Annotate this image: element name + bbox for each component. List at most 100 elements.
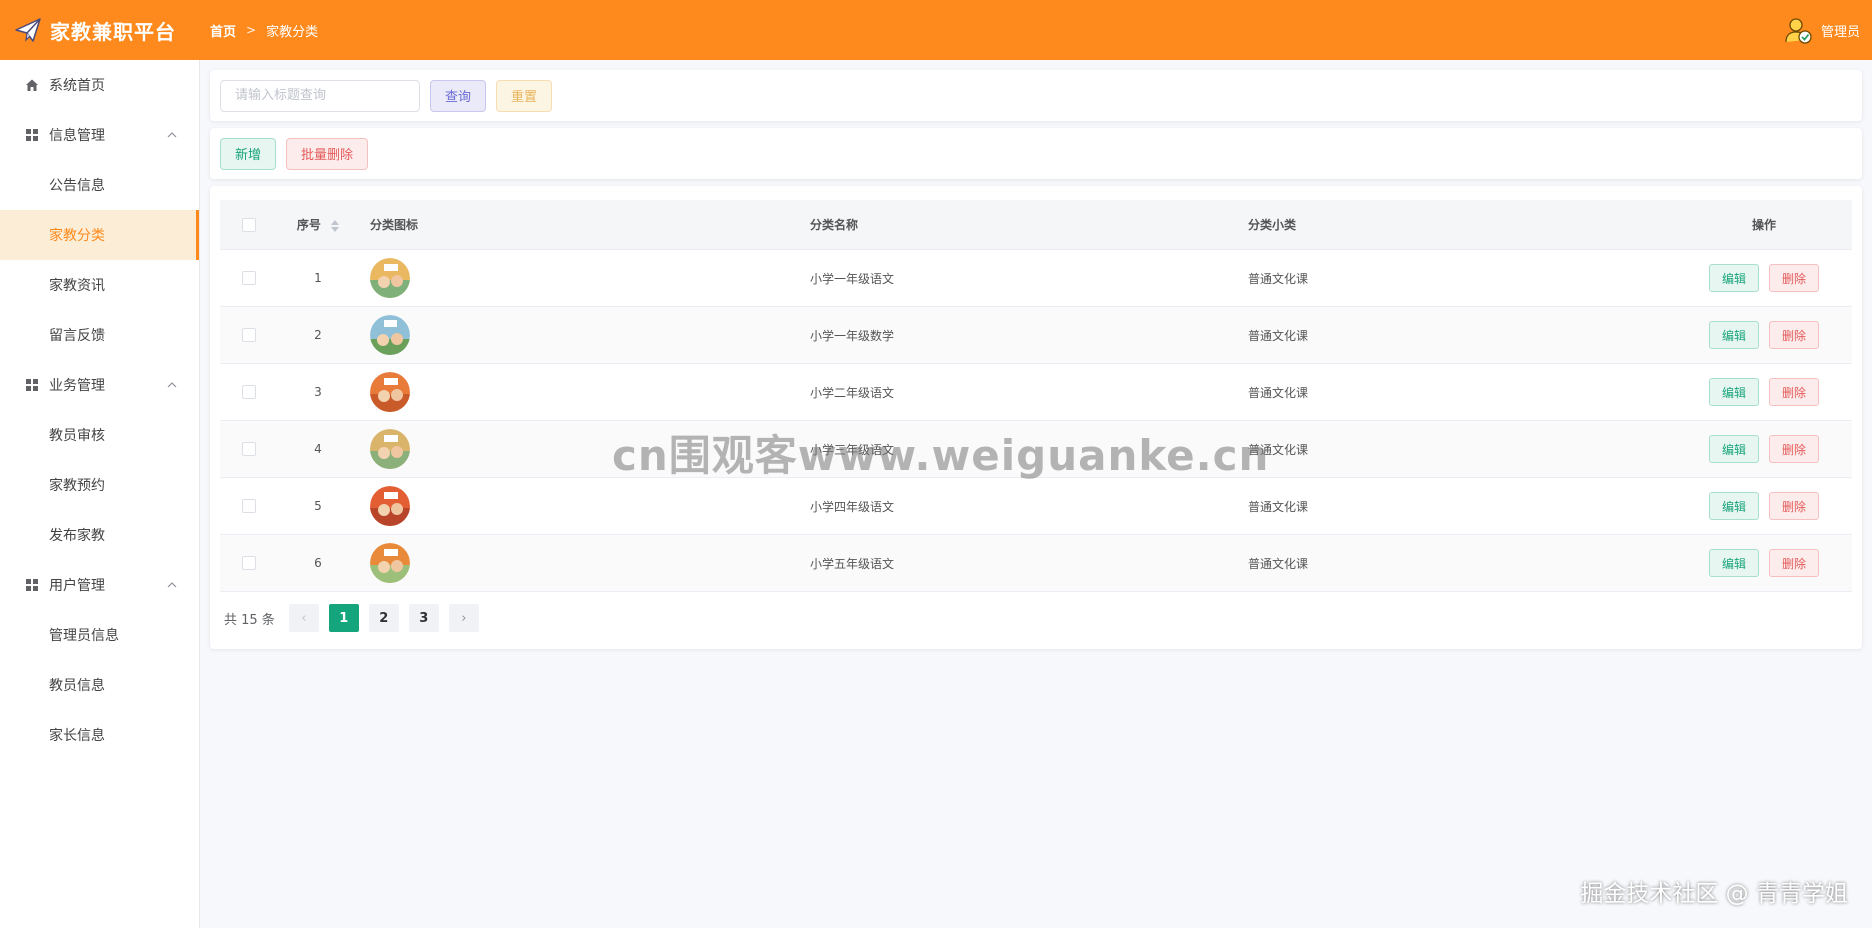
breadcrumb-home[interactable]: 首页 (210, 21, 236, 40)
row-name: 小学一年级语文 (810, 271, 895, 286)
sidebar: 系统首页 信息管理 公告信息 家教分类 家教资讯 留言反馈 业务管理 教员审核 … (0, 60, 200, 928)
row-seq: 3 (314, 385, 322, 399)
sidebar-item-label: 系统首页 (49, 78, 105, 94)
sidebar-group-info[interactable]: 信息管理 (0, 110, 199, 160)
chevron-up-icon (167, 128, 177, 144)
app-logo[interactable]: 家教兼职平台 (0, 14, 200, 46)
sidebar-group-users[interactable]: 用户管理 (0, 560, 199, 610)
query-button[interactable]: 查询 (430, 79, 487, 112)
add-button[interactable]: 新增 (220, 137, 277, 170)
grid-icon (24, 377, 40, 393)
row-name: 小学一年级数学 (810, 328, 895, 343)
table-row: 6 小学五年级语文 普通文化课 编辑 删除 (220, 535, 1852, 592)
column-header-name: 分类名称 (810, 218, 859, 232)
top-header: 家教兼职平台 首页 > 家教分类 管理员 (0, 0, 1872, 60)
delete-button[interactable]: 删除 (1769, 549, 1820, 577)
sidebar-item-label: 用户管理 (49, 578, 105, 594)
edit-button[interactable]: 编辑 (1708, 264, 1759, 292)
search-input[interactable] (220, 79, 420, 112)
table-row: 5 小学四年级语文 普通文化课 编辑 删除 (220, 478, 1852, 535)
row-checkbox[interactable] (242, 271, 256, 285)
edit-button[interactable]: 编辑 (1708, 378, 1759, 406)
table-row: 2 小学一年级数学 普通文化课 编辑 删除 (220, 307, 1852, 364)
page-button-1[interactable]: 1 (328, 604, 359, 632)
user-avatar-icon (1783, 15, 1813, 45)
page-button-2[interactable]: 2 (368, 604, 399, 632)
row-subcategory: 普通文化课 (1248, 328, 1309, 343)
column-header-icon: 分类图标 (370, 218, 419, 232)
row-subcategory: 普通文化课 (1248, 442, 1309, 457)
select-all-checkbox[interactable] (242, 217, 256, 232)
sort-icon[interactable] (331, 219, 340, 232)
prev-page-button[interactable]: ‹ (288, 604, 319, 632)
edit-button[interactable]: 编辑 (1708, 321, 1759, 349)
sidebar-item-teacher-info[interactable]: 教员信息 (0, 660, 199, 710)
sidebar-item-tutor-category[interactable]: 家教分类 (0, 210, 199, 260)
watermark-center: cn围观客www.weiguanke.cn (612, 431, 1270, 480)
sidebar-item-label: 业务管理 (49, 378, 105, 394)
home-icon (24, 77, 40, 93)
delete-button[interactable]: 删除 (1769, 378, 1820, 406)
app-title: 家教兼职平台 (50, 19, 176, 44)
sidebar-item-parent-info[interactable]: 家长信息 (0, 710, 199, 760)
row-seq: 1 (314, 271, 322, 285)
column-header-ops: 操作 (1751, 218, 1776, 232)
row-name: 小学四年级语文 (810, 499, 895, 514)
row-subcategory: 普通文化课 (1248, 556, 1309, 571)
reset-button[interactable]: 重置 (496, 79, 553, 112)
sidebar-item-tutor-news[interactable]: 家教资讯 (0, 260, 199, 310)
next-page-button[interactable]: › (448, 604, 479, 632)
sidebar-item-admin-info[interactable]: 管理员信息 (0, 610, 199, 660)
row-seq: 2 (314, 328, 322, 342)
category-thumbnail (370, 372, 410, 412)
row-checkbox[interactable] (242, 385, 256, 399)
sidebar-item-publish-tutor[interactable]: 发布家教 (0, 510, 199, 560)
chevron-up-icon (167, 378, 177, 394)
table-row: 1 小学一年级语文 普通文化课 编辑 删除 (220, 250, 1852, 307)
chevron-right-icon: > (246, 23, 257, 37)
pagination: 共 15 条 ‹ 1 2 3 › (220, 592, 1852, 644)
table-row: 3 小学二年级语文 普通文化课 编辑 删除 (220, 364, 1852, 421)
edit-button[interactable]: 编辑 (1708, 549, 1759, 577)
table-header: 序号 分类图标 分类名称 分类小类 操作 (220, 200, 1852, 250)
grid-icon (24, 577, 40, 593)
column-header-seq[interactable]: 序号 (278, 216, 358, 233)
delete-button[interactable]: 删除 (1769, 264, 1820, 292)
category-thumbnail (370, 543, 410, 583)
row-seq: 4 (314, 442, 322, 456)
row-seq: 5 (314, 499, 322, 513)
delete-button[interactable]: 删除 (1769, 435, 1820, 463)
sidebar-item-tutor-booking[interactable]: 家教预约 (0, 460, 199, 510)
delete-button[interactable]: 删除 (1769, 321, 1820, 349)
row-checkbox[interactable] (242, 442, 256, 456)
row-checkbox[interactable] (242, 328, 256, 342)
category-thumbnail (370, 429, 410, 469)
category-thumbnail (370, 315, 410, 355)
delete-button[interactable]: 删除 (1769, 492, 1820, 520)
edit-button[interactable]: 编辑 (1708, 492, 1759, 520)
row-name: 小学五年级语文 (810, 556, 895, 571)
user-name: 管理员 (1820, 24, 1860, 40)
chevron-up-icon (167, 578, 177, 594)
user-menu[interactable]: 管理员 (1783, 0, 1860, 60)
edit-button[interactable]: 编辑 (1708, 435, 1759, 463)
row-checkbox[interactable] (242, 499, 256, 513)
watermark-corner: 掘金技术社区 @ 青青学姐 (1580, 881, 1848, 907)
pagination-total: 共 15 条 (224, 612, 275, 628)
row-subcategory: 普通文化课 (1248, 271, 1309, 286)
column-header-sub: 分类小类 (1248, 218, 1297, 232)
sidebar-item-feedback[interactable]: 留言反馈 (0, 310, 199, 360)
sidebar-item-teacher-review[interactable]: 教员审核 (0, 410, 199, 460)
table-panel: 序号 分类图标 分类名称 分类小类 操作 1 小学一年级语文 普通文化课 编辑 … (210, 186, 1862, 649)
sidebar-item-notice[interactable]: 公告信息 (0, 160, 199, 210)
grid-icon (24, 127, 40, 143)
sidebar-group-business[interactable]: 业务管理 (0, 360, 199, 410)
page-button-3[interactable]: 3 (408, 604, 439, 632)
breadcrumb-current: 家教分类 (266, 24, 319, 40)
sidebar-item-home[interactable]: 系统首页 (0, 60, 199, 110)
row-name: 小学二年级语文 (810, 385, 895, 400)
search-bar: 查询 重置 (210, 70, 1862, 121)
row-checkbox[interactable] (242, 556, 256, 570)
breadcrumb: 首页 > 家教分类 (210, 21, 318, 40)
bulk-delete-button[interactable]: 批量删除 (286, 137, 369, 170)
